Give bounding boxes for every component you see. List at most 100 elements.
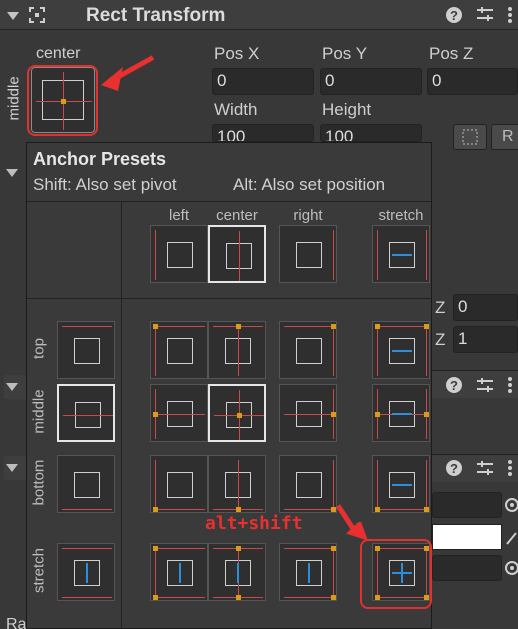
preset-middle-left[interactable] — [150, 384, 208, 442]
component-foldout[interactable] — [4, 4, 22, 31]
row-label-middle: middle — [30, 389, 48, 434]
z-field-2[interactable]: 1 — [453, 326, 518, 353]
preset-middle-stretch[interactable] — [372, 384, 430, 442]
anchor-dot — [236, 595, 241, 600]
anchor-line — [155, 230, 156, 280]
target-icon[interactable] — [502, 557, 518, 584]
pos-y-label: Pos Y — [322, 44, 368, 63]
anchor-line — [155, 326, 205, 327]
stretch-h-arrow-icon — [392, 254, 412, 256]
rect-icon — [74, 338, 100, 364]
anchor-v-label: middle — [5, 76, 23, 121]
anchor-dot — [236, 507, 241, 512]
anchor-line — [377, 230, 378, 280]
anchor-dot — [237, 413, 242, 418]
column-label-center: center — [216, 207, 258, 224]
eyedropper-icon[interactable] — [504, 528, 518, 553]
height-label: Height — [322, 100, 372, 119]
settings-sliders-icon[interactable] — [474, 457, 496, 484]
anchor-line — [284, 326, 334, 327]
chevron-down-icon — [7, 12, 19, 20]
preset-bottom-center[interactable] — [208, 455, 266, 513]
anchor-dot — [331, 412, 336, 417]
preset-bottom[interactable] — [57, 455, 115, 513]
svg-text:?: ? — [450, 461, 458, 476]
height-field[interactable]: 100 — [320, 124, 422, 142]
stretch-h-arrow-icon — [392, 484, 412, 486]
preset-bottom-left[interactable] — [150, 455, 208, 513]
preset-center[interactable] — [208, 225, 266, 283]
anchor-line — [284, 597, 334, 598]
width-field[interactable]: 100 — [212, 124, 314, 142]
rect-icon — [167, 338, 193, 364]
anchor-line — [62, 597, 112, 598]
anchor-dot — [424, 412, 429, 417]
anchor-line — [155, 548, 205, 549]
anchor-line — [62, 509, 112, 510]
anchor-dot — [153, 595, 158, 600]
preset-middle[interactable] — [57, 384, 115, 442]
width-label: Width — [214, 100, 258, 119]
preset-top-center[interactable] — [208, 321, 266, 379]
help-icon[interactable]: ? — [443, 3, 465, 30]
help-icon[interactable]: ? — [443, 374, 465, 401]
preset-stretch-right[interactable] — [279, 543, 337, 601]
preset-top-right[interactable] — [279, 321, 337, 379]
preset-stretch[interactable] — [57, 543, 115, 601]
arrow-head-icon — [101, 67, 123, 91]
preset-top-left[interactable] — [150, 321, 208, 379]
preset-bottom-right[interactable] — [279, 455, 337, 513]
anchor-line — [239, 231, 240, 281]
more-menu-icon[interactable] — [504, 3, 516, 30]
stretch-v-arrow-icon — [308, 563, 310, 583]
settings-sliders-icon[interactable] — [474, 374, 496, 401]
more-menu-icon[interactable] — [504, 457, 516, 484]
row-label-bottom: bottom — [30, 459, 48, 506]
raw-edit-button[interactable]: R — [491, 124, 518, 150]
rect-icon — [74, 472, 100, 498]
anchor-line — [284, 548, 334, 549]
stretch-v-arrow-icon — [86, 563, 88, 583]
preset-top[interactable] — [57, 321, 115, 379]
preset-stretch-center[interactable] — [208, 543, 266, 601]
pos-x-field[interactable]: 0 — [212, 68, 314, 95]
blueprint-mode-button[interactable] — [453, 124, 487, 150]
preset-stretch[interactable] — [372, 225, 430, 283]
anchor-line — [426, 326, 427, 376]
z-field-1[interactable]: 0 — [453, 294, 518, 321]
preset-bottom-stretch[interactable] — [372, 455, 430, 513]
more-menu-icon[interactable] — [504, 374, 516, 401]
anchor-line — [238, 460, 239, 510]
preset-left[interactable] — [150, 225, 208, 283]
pos-z-field[interactable]: 0 — [427, 68, 518, 95]
help-icon[interactable]: ? — [443, 457, 465, 484]
color-swatch-field[interactable] — [432, 524, 502, 550]
anchor-dot — [236, 546, 241, 551]
anchor-line — [426, 230, 427, 280]
preset-top-stretch[interactable] — [372, 321, 430, 379]
preset-stretch-left[interactable] — [150, 543, 208, 601]
preset-middle-center[interactable] — [208, 384, 266, 442]
anchor-line — [155, 460, 156, 510]
anchor-line — [284, 414, 334, 415]
anchor-line — [155, 548, 156, 598]
annotation-label: alt+shift — [205, 513, 303, 534]
anchor-line — [238, 326, 239, 376]
anchor-dot — [375, 412, 380, 417]
anchor-dot — [331, 595, 336, 600]
rect-icon — [167, 242, 193, 268]
preset-middle-right[interactable] — [279, 384, 337, 442]
target-icon[interactable] — [502, 494, 518, 521]
anchor-line — [284, 509, 334, 510]
object-field-2[interactable] — [432, 555, 502, 581]
anchor-line — [155, 326, 156, 376]
rect-icon — [167, 472, 193, 498]
settings-sliders-icon[interactable] — [474, 3, 496, 30]
object-field-1[interactable] — [432, 492, 502, 518]
anchor-dot — [331, 324, 336, 329]
pos-x-label: Pos X — [214, 44, 260, 63]
component-header-edge — [4, 456, 26, 480]
pos-y-field[interactable]: 0 — [320, 68, 422, 95]
anchor-h-label: center — [36, 45, 81, 62]
preset-right[interactable] — [279, 225, 337, 283]
